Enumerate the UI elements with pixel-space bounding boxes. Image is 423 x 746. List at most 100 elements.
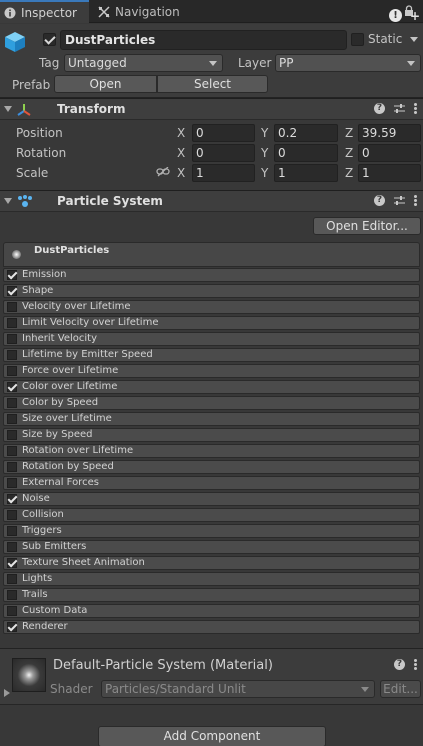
position-z-field[interactable]: 39.59 (358, 124, 421, 142)
scale-y-field[interactable]: 1 (274, 164, 338, 182)
rotation-z-field[interactable]: 0 (358, 144, 421, 162)
module-row[interactable]: Lifetime by Emitter Speed (3, 348, 420, 362)
kebab-menu-icon[interactable] (414, 195, 417, 206)
shader-dropdown[interactable]: Particles/Standard Unlit (101, 680, 375, 698)
module-row[interactable]: Rotation by Speed (3, 460, 420, 474)
module-checkbox[interactable] (7, 446, 17, 456)
module-row[interactable]: Emission (3, 268, 420, 282)
gameobject-header: DustParticles Static Tag Untagged Layer … (0, 24, 423, 98)
help-icon[interactable]: ? (374, 195, 385, 206)
module-checkbox[interactable] (7, 366, 17, 376)
presets-icon[interactable] (394, 195, 405, 206)
transform-icon (17, 104, 31, 116)
module-row[interactable]: Size by Speed (3, 428, 420, 442)
module-label: External Forces (22, 477, 99, 488)
module-row[interactable]: Custom Data (3, 604, 420, 618)
module-row[interactable]: Rotation over Lifetime (3, 444, 420, 458)
module-checkbox[interactable] (7, 622, 17, 632)
module-row[interactable]: Velocity over Lifetime (3, 300, 420, 314)
tab-inspector[interactable]: Inspector (0, 0, 89, 23)
module-label: Texture Sheet Animation (22, 557, 145, 568)
prefab-label: Prefab (12, 78, 51, 92)
module-checkbox[interactable] (7, 334, 17, 344)
active-checkbox[interactable] (43, 33, 56, 46)
tab-navigation[interactable]: Navigation (92, 0, 202, 23)
prefab-open-button[interactable]: Open (54, 75, 157, 93)
rotation-x-field[interactable]: 0 (192, 144, 255, 162)
module-row[interactable]: Force over Lifetime (3, 364, 420, 378)
help-icon[interactable]: ? (374, 103, 385, 114)
module-row[interactable]: Noise (3, 492, 420, 506)
module-row[interactable]: Sub Emitters (3, 540, 420, 554)
static-dropdown-icon[interactable] (410, 37, 418, 42)
scale-x-field[interactable]: 1 (192, 164, 255, 182)
module-checkbox[interactable] (7, 510, 17, 520)
module-checkbox[interactable] (7, 542, 17, 552)
prefab-select-button[interactable]: Select (157, 75, 268, 93)
scale-z-field[interactable]: 1 (358, 164, 421, 182)
module-label: Limit Velocity over Lifetime (22, 317, 159, 328)
add-component-button[interactable]: Add Component (98, 726, 326, 746)
help-icon[interactable]: ? (394, 659, 405, 670)
rotation-y-field[interactable]: 0 (274, 144, 338, 162)
position-x-field[interactable]: 0 (192, 124, 255, 142)
tag-dropdown[interactable]: Untagged (64, 54, 223, 72)
module-row[interactable]: Renderer (3, 620, 420, 634)
module-row[interactable]: Triggers (3, 524, 420, 538)
module-checkbox[interactable] (7, 526, 17, 536)
module-row[interactable]: Color over Lifetime (3, 380, 420, 394)
module-checkbox[interactable] (7, 350, 17, 360)
module-checkbox[interactable] (7, 302, 17, 312)
kebab-menu-icon[interactable] (414, 103, 417, 114)
expand-arrow-icon[interactable] (4, 689, 10, 697)
open-editor-button[interactable]: Open Editor... (313, 217, 421, 235)
position-label: Position (16, 126, 63, 140)
module-checkbox[interactable] (7, 558, 17, 568)
foldout-icon[interactable] (4, 198, 12, 204)
name-field[interactable]: DustParticles (60, 30, 347, 50)
module-checkbox[interactable] (7, 414, 17, 424)
module-row[interactable]: External Forces (3, 476, 420, 490)
warning-icon[interactable]: ! (389, 9, 402, 22)
shader-edit-button[interactable]: Edit... (380, 680, 421, 698)
layer-dropdown[interactable]: PP (275, 54, 421, 72)
module-row[interactable]: Size over Lifetime (3, 412, 420, 426)
module-row[interactable]: Color by Speed (3, 396, 420, 410)
particle-system-header[interactable]: Particle System ? (0, 190, 423, 212)
module-label: Color by Speed (22, 397, 99, 408)
presets-icon[interactable] (394, 103, 405, 114)
transform-header[interactable]: Transform ? (0, 98, 423, 120)
position-y-field[interactable]: 0.2 (274, 124, 338, 142)
tab-navigation-label: Navigation (115, 4, 180, 19)
kebab-menu-icon[interactable] (414, 659, 417, 670)
add-module-icon[interactable]: + (410, 9, 420, 23)
module-checkbox[interactable] (7, 462, 17, 472)
foldout-icon[interactable] (4, 106, 12, 112)
module-checkbox[interactable] (7, 590, 17, 600)
static-checkbox[interactable] (351, 33, 364, 46)
module-row[interactable]: Lights (3, 572, 420, 586)
module-checkbox[interactable] (7, 430, 17, 440)
module-row[interactable]: Texture Sheet Animation (3, 556, 420, 570)
layer-label: Layer (238, 56, 272, 70)
module-row[interactable]: Shape (3, 284, 420, 298)
module-label: Trails (22, 589, 48, 600)
particle-system-name-header[interactable]: DustParticles (3, 242, 420, 267)
module-row[interactable]: Trails (3, 588, 420, 602)
module-checkbox[interactable] (7, 318, 17, 328)
module-checkbox[interactable] (7, 270, 17, 280)
module-checkbox[interactable] (7, 494, 17, 504)
rotation-y-axis: Y (261, 146, 269, 160)
module-checkbox[interactable] (7, 606, 17, 616)
shader-label: Shader (50, 682, 93, 696)
module-checkbox[interactable] (7, 398, 17, 408)
module-checkbox[interactable] (7, 478, 17, 488)
module-checkbox[interactable] (7, 574, 17, 584)
constrain-proportions-icon[interactable] (156, 167, 170, 177)
module-row[interactable]: Inherit Velocity (3, 332, 420, 346)
material-header-icons: ? (394, 659, 417, 670)
module-checkbox[interactable] (7, 382, 17, 392)
module-row[interactable]: Limit Velocity over Lifetime (3, 316, 420, 330)
module-checkbox[interactable] (7, 286, 17, 296)
module-row[interactable]: Collision (3, 508, 420, 522)
